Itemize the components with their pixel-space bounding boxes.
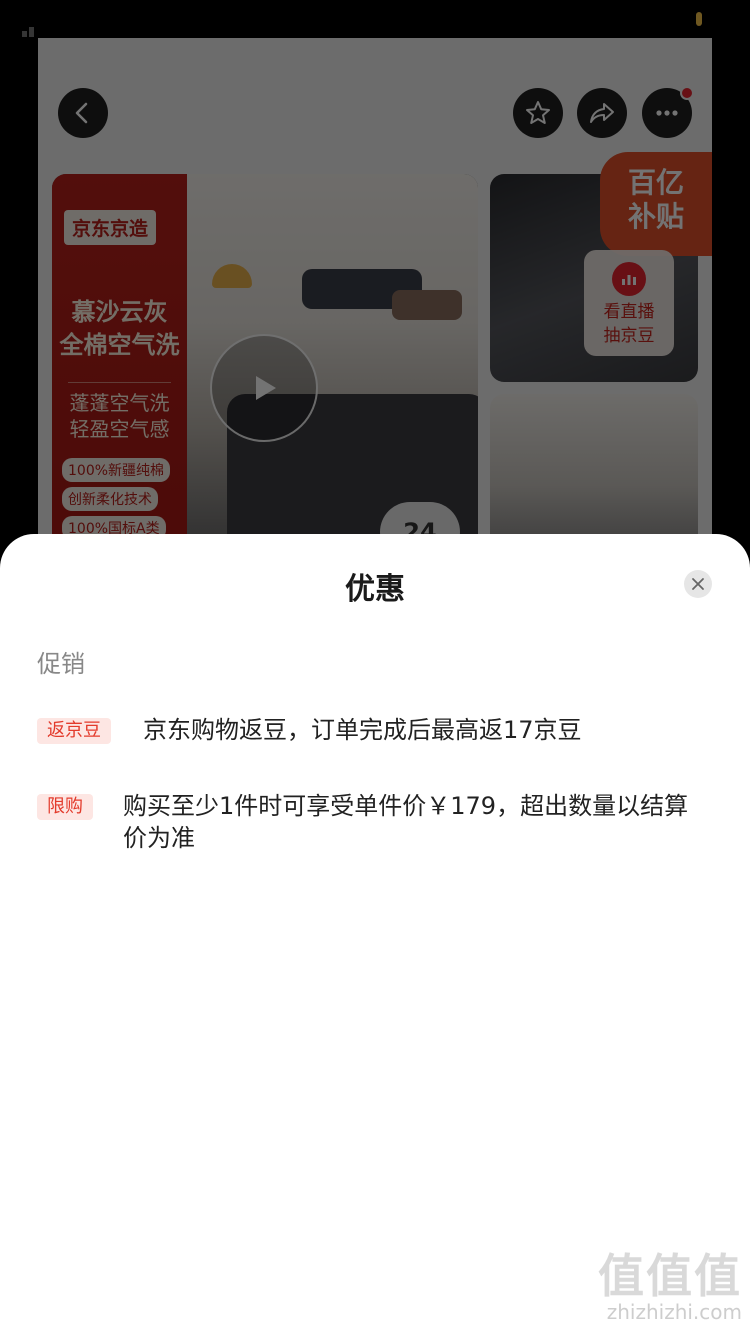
battery-indicator [696,12,702,26]
signal-icon [22,18,36,37]
hero-subtitle-line: 轻盈空气感 [69,417,170,441]
live-stream-entry[interactable]: 看直播 抽京豆 [584,250,674,356]
hero-title-line: 慕沙云灰 [71,298,168,326]
subsidy-badge-line: 补贴 [627,200,684,233]
promo-text: 京东购物返豆，订单完成后最高返17京豆 [143,716,582,744]
play-icon [256,376,276,400]
feature-tag: 创新柔化技术 [62,487,158,511]
promo-item: 限购 购买至少1件时可享受单件价￥179，超出数量以结算价为准 [37,792,713,862]
close-button[interactable] [684,570,712,598]
back-button[interactable] [58,88,108,138]
promo-badge: 返京豆 [37,718,111,744]
watermark-url: zhizhizhi.com [606,1300,742,1324]
promo-text: 购买至少1件时可享受单件价￥179，超出数量以结算价为准 [123,792,689,852]
chevron-left-icon [75,102,88,124]
live-label: 抽京豆 [603,326,655,346]
status-bar [0,0,750,38]
notification-dot [680,86,694,100]
hero-subtitle-line: 蓬蓬空气洗 [69,391,170,415]
close-icon [692,578,704,590]
more-button[interactable] [642,86,694,138]
subsidy-badge[interactable]: 百亿 补贴 [600,152,712,256]
hero-title: 慕沙云灰 全棉空气洗 [52,296,187,362]
pillow-shape [392,290,462,320]
brand-label: 京东京造 [64,210,157,245]
sheet-title: 优惠 [345,572,405,607]
share-arrow-icon [590,103,614,123]
hero-title-line: 全棉空气洗 [59,331,180,359]
favorite-button[interactable] [513,88,563,138]
watermark-logo: 值值值 [598,1249,742,1303]
watermark: 值值值 zhizhizhi.com [598,1252,742,1324]
product-page-background: 京东京造 慕沙云灰 全棉空气洗 蓬蓬空气洗 轻盈空气感 100%新疆纯棉 创新柔… [38,38,712,598]
live-label: 看直播 [603,302,655,322]
hero-subtitle: 蓬蓬空气洗 轻盈空气感 [52,390,187,442]
divider [68,382,171,383]
share-button[interactable] [577,88,627,138]
promotion-sheet: 优惠 促销 返京豆 京东购物返豆，订单完成后最高返17京豆 限购 购买至少1件时… [0,534,750,1334]
live-bars-icon [612,262,646,296]
play-video-button[interactable] [210,334,318,442]
promo-badge: 限购 [37,794,93,820]
star-icon [526,101,550,124]
feature-tag: 100%新疆纯棉 [62,458,171,482]
promo-item: 返京豆 京东购物返豆，订单完成后最高返17京豆 [37,716,713,756]
more-dots-icon [656,110,678,116]
section-label-promotion: 促销 [37,650,85,678]
subsidy-badge-line: 百亿 [627,166,684,199]
